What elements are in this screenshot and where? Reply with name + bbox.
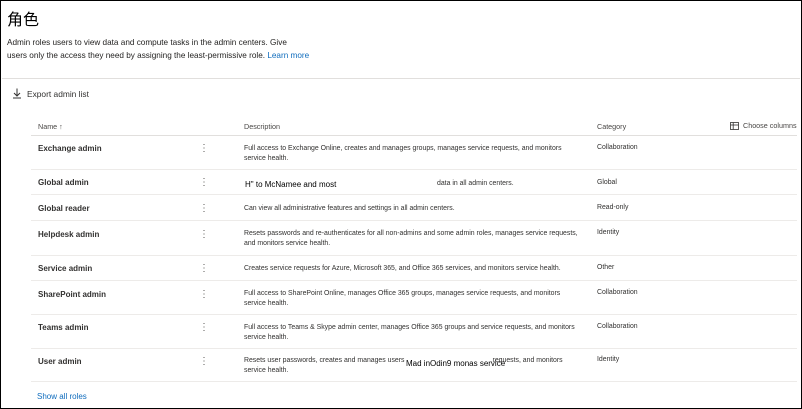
role-name[interactable]: Global reader (38, 204, 90, 213)
admin-roles-panel: 角色 Admin roles users to view data and co… (0, 0, 802, 409)
role-description: Full access to SharePoint Online, manage… (244, 290, 561, 307)
role-description: data in all admin centers. (437, 180, 514, 187)
overlay-text: H" to McNamee and most (245, 180, 337, 189)
role-name[interactable]: Global admin (38, 178, 89, 187)
column-header-name[interactable]: Name ↑ (38, 122, 63, 131)
role-category: Read-only (597, 204, 629, 211)
table-row[interactable]: Helpdesk admin ⋮ Resets passwords and re… (31, 221, 797, 256)
table-row[interactable]: User admin ⋮ Resets user passwords, crea… (31, 349, 797, 382)
role-category: Collaboration (597, 289, 638, 296)
more-options-icon[interactable]: ⋮ (199, 289, 209, 300)
table-row[interactable]: Teams admin ⋮ Full access to Teams & Sky… (31, 315, 797, 349)
divider (2, 78, 800, 79)
more-options-icon[interactable]: ⋮ (199, 356, 209, 367)
table-row[interactable]: Exchange admin ⋮ Full access to Exchange… (31, 136, 797, 170)
role-description: Resets passwords and re-authenticates fo… (244, 230, 578, 247)
overlay-text: Mad inOdin9 monas service (406, 359, 506, 368)
more-options-icon[interactable]: ⋮ (199, 143, 209, 154)
role-description: Creates service requests for Azure, Micr… (244, 265, 561, 272)
column-header-category[interactable]: Category (597, 122, 626, 131)
more-options-icon[interactable]: ⋮ (199, 229, 209, 240)
show-all-roles-link[interactable]: Show all roles (37, 392, 87, 401)
role-category: Collaboration (597, 144, 638, 151)
export-admin-list-button[interactable]: Export admin list (12, 88, 89, 99)
role-name[interactable]: Service admin (38, 264, 92, 273)
table-row[interactable]: Service admin ⋮ Creates service requests… (31, 256, 797, 281)
columns-icon (730, 121, 739, 130)
role-name[interactable]: SharePoint admin (38, 290, 106, 299)
download-icon (13, 88, 21, 99)
role-name[interactable]: User admin (38, 357, 82, 366)
role-category: Identity (597, 229, 620, 236)
role-name[interactable]: Helpdesk admin (38, 230, 99, 239)
intro-line-1: Admin roles users to view data and compu… (7, 38, 287, 47)
table-row[interactable]: Global admin ⋮ data in all admin centers… (31, 170, 797, 195)
choose-columns-label: Choose columns (743, 121, 797, 130)
role-category: Collaboration (597, 323, 638, 330)
page-title: 角色 (7, 10, 40, 29)
role-description: Full access to Teams & Skype admin cente… (244, 324, 575, 341)
export-label: Export admin list (27, 88, 89, 99)
role-category: Global (597, 179, 617, 186)
choose-columns-button[interactable]: Choose columns (730, 121, 797, 130)
role-category: Other (597, 264, 615, 271)
intro-text: Admin roles users to view data and compu… (7, 36, 337, 62)
intro-line-2: users only the access they need by assig… (7, 51, 266, 60)
more-options-icon[interactable]: ⋮ (199, 322, 209, 333)
more-options-icon[interactable]: ⋮ (199, 263, 209, 274)
table-row[interactable]: Global reader ⋮ Can view all administrat… (31, 195, 797, 221)
table-row[interactable]: SharePoint admin ⋮ Full access to ShareP… (31, 281, 797, 315)
role-name[interactable]: Exchange admin (38, 144, 102, 153)
role-description: Full access to Exchange Online, creates … (244, 145, 562, 162)
more-options-icon[interactable]: ⋮ (199, 177, 209, 188)
role-category: Identity (597, 356, 620, 363)
role-name[interactable]: Teams admin (38, 323, 89, 332)
role-description: Can view all administrative features and… (244, 205, 455, 212)
column-header-description[interactable]: Description (244, 122, 280, 131)
learn-more-link[interactable]: Learn more (267, 51, 309, 60)
table-header: Name ↑ Description Category Choose colum… (31, 117, 797, 136)
more-options-icon[interactable]: ⋮ (199, 203, 209, 214)
